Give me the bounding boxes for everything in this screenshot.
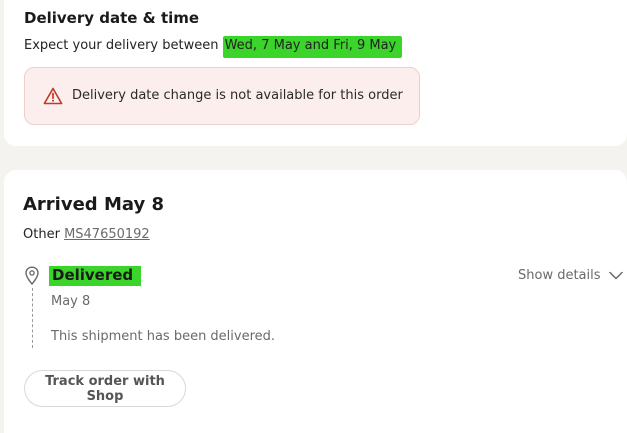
delivery-date-title: Delivery date & time — [24, 9, 200, 27]
shipment-card: Arrived May 8 Other MS47650192 Delivered… — [4, 170, 627, 433]
chevron-down-icon — [608, 271, 623, 280]
delivery-status-label: Delivered — [49, 266, 142, 286]
carrier-name: Other — [23, 227, 60, 242]
delivery-expectation-prefix: Expect your delivery between — [24, 38, 223, 53]
delivery-date-range: Wed, 7 May and Fri, 9 May — [222, 36, 403, 58]
delivery-change-alert: Delivery date change is not available fo… — [24, 67, 420, 125]
show-details-toggle[interactable]: Show details — [518, 268, 623, 283]
shipment-title: Arrived May 8 — [23, 194, 164, 215]
delivery-expectation: Expect your delivery between Wed, 7 May … — [24, 36, 403, 58]
alert-message: Delivery date change is not available fo… — [72, 88, 403, 103]
tracking-number-link[interactable]: MS47650192 — [64, 227, 150, 242]
show-details-label: Show details — [518, 268, 601, 283]
location-pin-icon — [25, 266, 39, 286]
timeline-connector — [32, 288, 33, 348]
delivery-date-card: Delivery date & time Expect your deliver… — [4, 0, 627, 146]
delivery-status-description: This shipment has been delivered. — [51, 329, 276, 344]
track-order-button[interactable]: Track order with Shop — [24, 370, 186, 407]
delivery-status-date: May 8 — [51, 294, 91, 309]
carrier-line: Other MS47650192 — [23, 227, 150, 242]
warning-triangle-icon — [43, 87, 63, 105]
